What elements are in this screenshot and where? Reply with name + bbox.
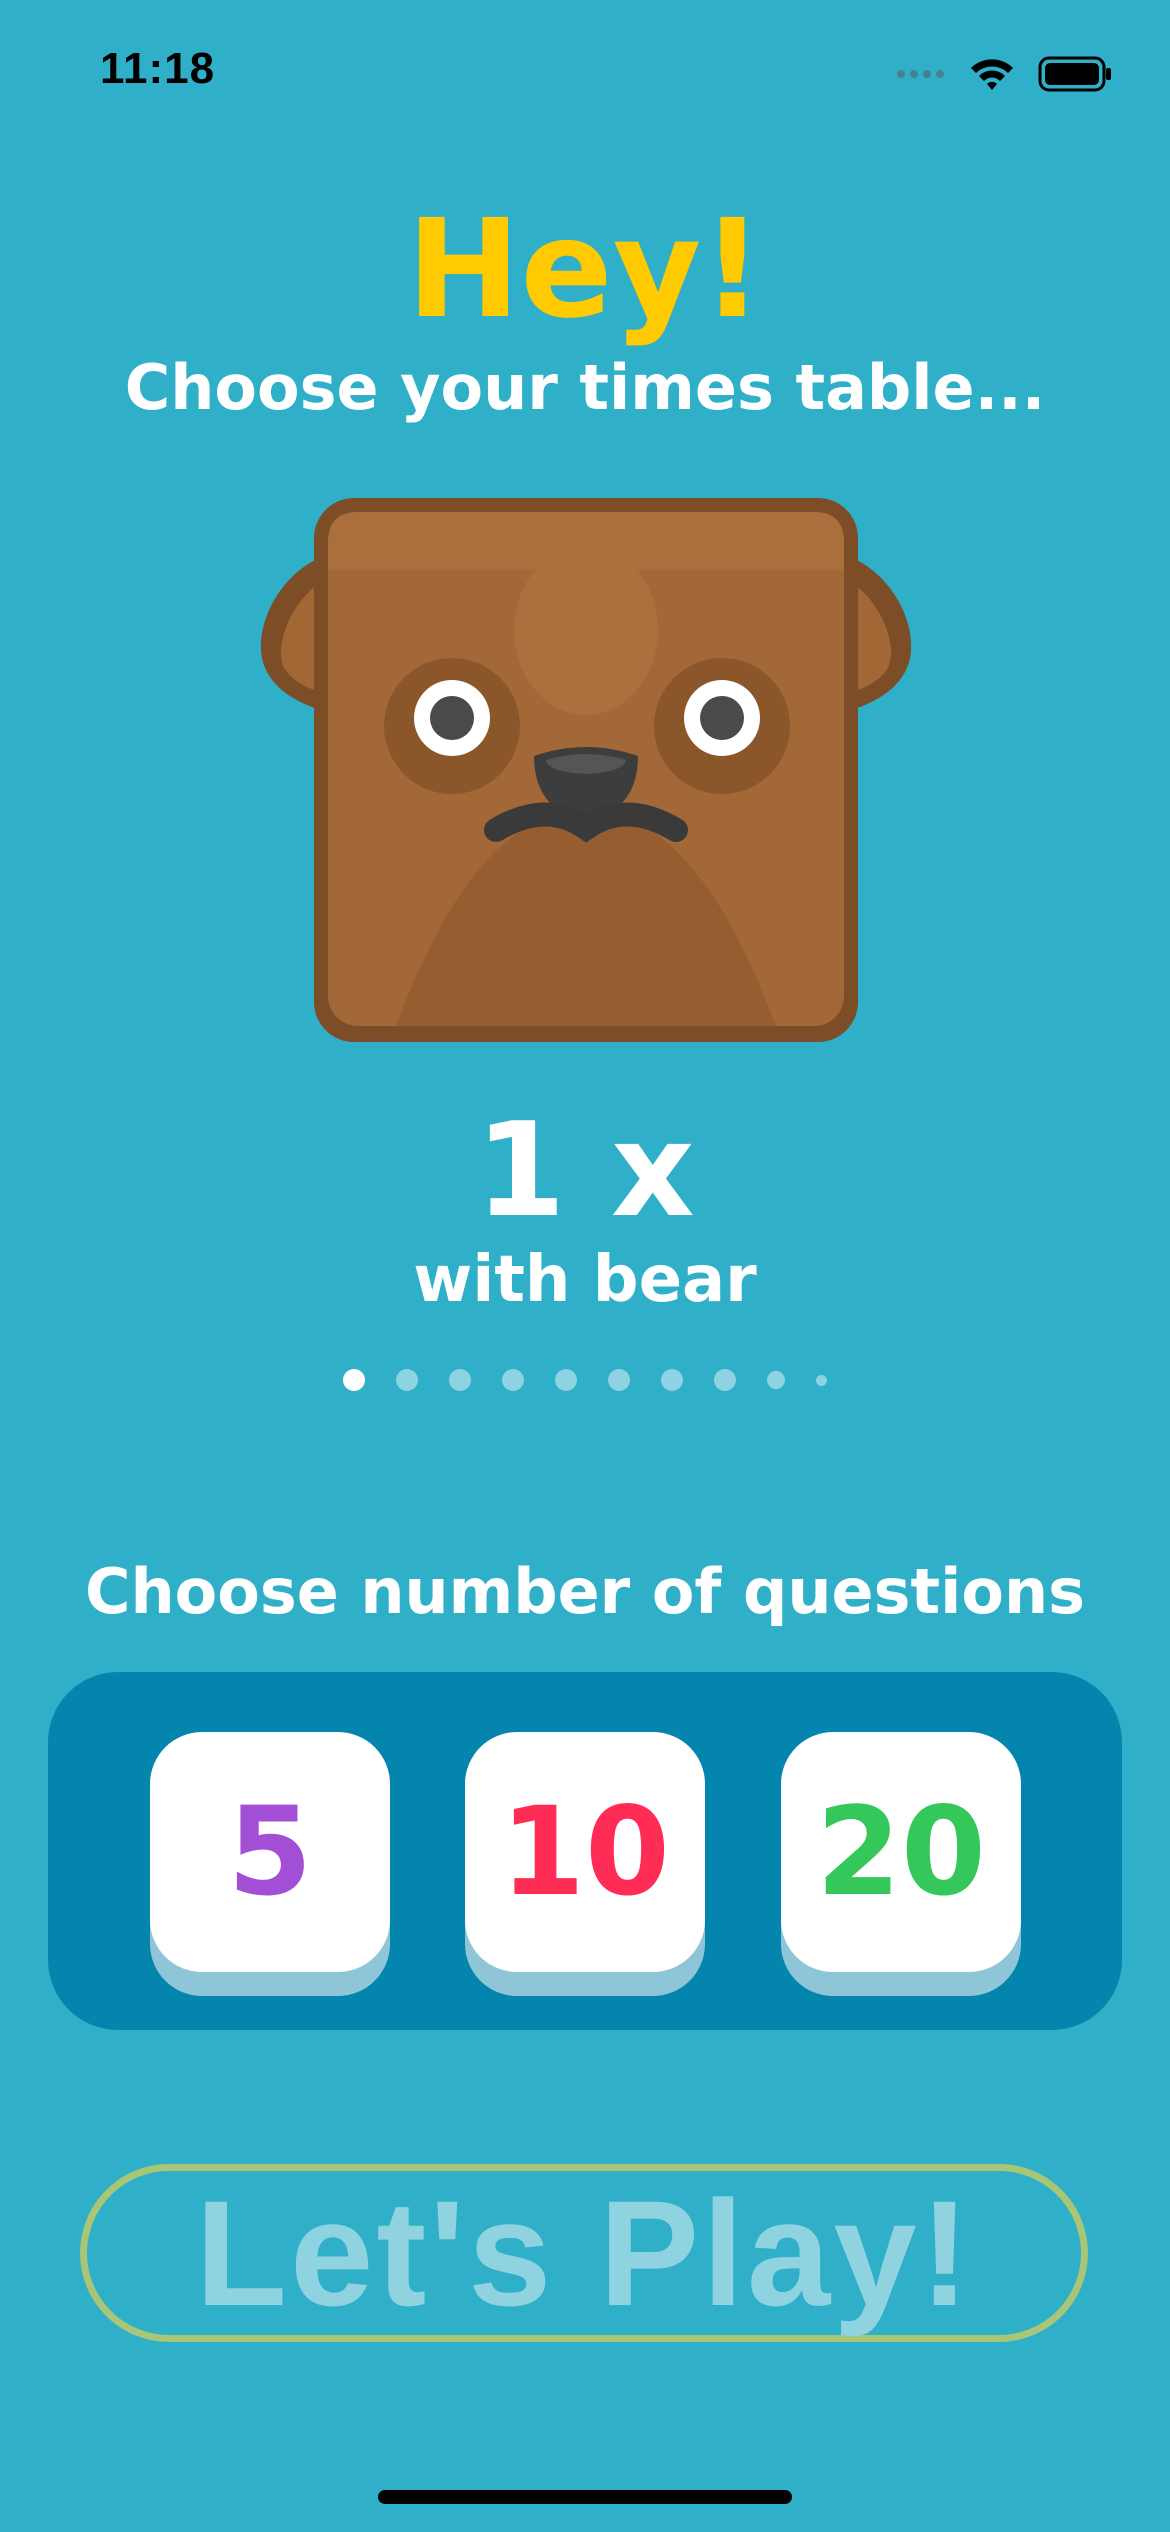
cellular-signal-icon bbox=[897, 70, 944, 78]
lets-play-button[interactable]: Let's Play! bbox=[80, 2164, 1088, 2342]
questions-5-button[interactable]: 5 bbox=[150, 1732, 390, 1972]
status-bar: 11:18 bbox=[0, 0, 1170, 150]
page-dot[interactable] bbox=[661, 1369, 683, 1391]
page-subtitle: Choose your times table... bbox=[124, 351, 1046, 424]
page-dot[interactable] bbox=[449, 1369, 471, 1391]
page-dot[interactable] bbox=[396, 1369, 418, 1391]
questions-20-button[interactable]: 20 bbox=[781, 1732, 1021, 1972]
animal-caption: with bear bbox=[413, 1243, 757, 1317]
questions-label: Choose number of questions bbox=[85, 1555, 1085, 1628]
questions-10-button[interactable]: 10 bbox=[465, 1732, 705, 1972]
page-dot[interactable] bbox=[608, 1369, 630, 1391]
page-dot[interactable] bbox=[555, 1369, 577, 1391]
page-dot[interactable] bbox=[767, 1371, 785, 1389]
page-dot[interactable] bbox=[502, 1369, 524, 1391]
question-count-panel: 5 10 20 bbox=[48, 1672, 1122, 2030]
status-icons bbox=[896, 52, 1112, 96]
page-dot[interactable] bbox=[714, 1369, 736, 1391]
page-title: Hey! bbox=[406, 191, 764, 349]
page-dot[interactable] bbox=[343, 1369, 365, 1391]
wifi-icon bbox=[971, 59, 1013, 90]
page-dot[interactable] bbox=[816, 1374, 827, 1386]
bear-icon[interactable] bbox=[246, 490, 926, 1050]
status-time: 11:18 bbox=[100, 44, 216, 93]
times-table-number: 1 x bbox=[475, 1094, 695, 1246]
battery-icon bbox=[1038, 56, 1111, 92]
page-indicator[interactable] bbox=[0, 1368, 1170, 1392]
home-indicator[interactable] bbox=[378, 2490, 792, 2504]
